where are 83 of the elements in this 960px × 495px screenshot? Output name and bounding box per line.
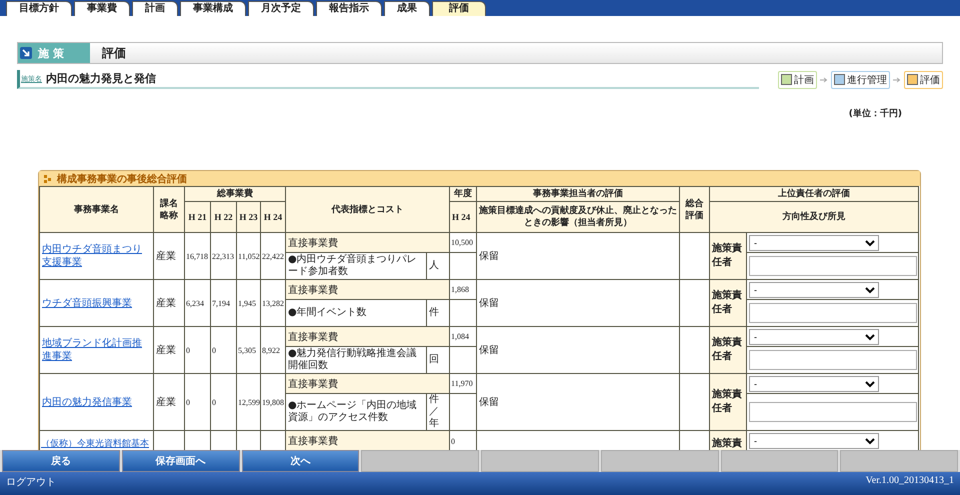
table-cell: 1,868 bbox=[450, 280, 476, 300]
select-field[interactable]: - bbox=[749, 282, 879, 298]
policy-name: 内田の魅力発見と発信 bbox=[46, 71, 156, 86]
table-cell: 保留 bbox=[476, 326, 680, 374]
tab[interactable]: 事業費 bbox=[74, 1, 130, 16]
table-cell: 0 bbox=[210, 326, 236, 374]
table-cell: 施策責 bbox=[710, 430, 746, 450]
column-header: 方向性及び所見 bbox=[710, 202, 918, 232]
textarea-field[interactable] bbox=[749, 303, 917, 323]
column-header: 事務事業名 bbox=[40, 186, 154, 232]
table-cell: 7,194 bbox=[210, 280, 236, 326]
textarea-field[interactable] bbox=[749, 256, 917, 276]
textarea-field[interactable] bbox=[749, 350, 917, 370]
unit-note: (単位：千円) bbox=[848, 107, 902, 120]
table-cell: 11,970 bbox=[450, 374, 476, 394]
textarea-field[interactable] bbox=[749, 402, 917, 422]
select-field[interactable]: - bbox=[749, 376, 879, 392]
version-text: Ver.1.00_20130413_1 bbox=[866, 475, 954, 486]
column-header: 施策目標達成への貢献度及び休止、廃止となったときの影響（担当者所見） bbox=[476, 202, 680, 232]
arrow-icon bbox=[893, 76, 901, 82]
toolbar-button[interactable]: 保存画面へ bbox=[122, 450, 240, 472]
table-cell: 産業 bbox=[154, 280, 184, 326]
table-cell: 産業 bbox=[154, 326, 184, 374]
select-field[interactable]: - bbox=[749, 234, 879, 250]
select-field[interactable]: - bbox=[749, 328, 879, 344]
arrow-icon bbox=[820, 76, 828, 82]
table-cell: 保留 bbox=[476, 232, 680, 280]
table-cell: 直接事業費 bbox=[286, 280, 450, 300]
tab[interactable]: 月次予定 bbox=[248, 1, 314, 16]
table-cell: 保留 bbox=[476, 280, 680, 326]
column-header: H 21 bbox=[184, 202, 210, 232]
column-header: 総事業費 bbox=[184, 186, 286, 202]
column-header: 代表指標とコスト bbox=[286, 186, 450, 232]
table-cell: 施策責任者 bbox=[710, 232, 746, 280]
table-cell: 施策責任者 bbox=[710, 326, 746, 374]
table-cell: 産業 bbox=[154, 232, 184, 280]
table-cell: 0 bbox=[210, 374, 236, 430]
table-cell: 直接事業費 bbox=[286, 232, 450, 252]
table-cell: 直接事業費 bbox=[286, 374, 450, 394]
arrow-icon bbox=[20, 47, 32, 59]
table-cell: 12,599 bbox=[236, 374, 260, 430]
table-cell: 産業 bbox=[154, 374, 184, 430]
table-cell: 0 bbox=[184, 326, 210, 374]
table-cell: 11,052 bbox=[236, 232, 260, 280]
table-cell: 16,718 bbox=[184, 232, 210, 280]
bullet-icon bbox=[44, 174, 52, 182]
column-header: H 23 bbox=[236, 202, 260, 232]
tab[interactable]: 計画 bbox=[132, 1, 178, 16]
select-field[interactable]: - bbox=[749, 433, 879, 449]
column-header: 事務事業担当者の評価 bbox=[476, 186, 680, 202]
table-cell: 6,234 bbox=[184, 280, 210, 326]
table-cell: 施策責任者 bbox=[710, 280, 746, 326]
column-header: H 24 bbox=[260, 202, 286, 232]
table-cell: 10,500 bbox=[450, 232, 476, 252]
logout-link[interactable]: ログアウト bbox=[6, 475, 56, 489]
toolbar-button[interactable]: 次へ bbox=[242, 450, 360, 472]
table-cell: 1,945 bbox=[236, 280, 260, 326]
table-cell: 直接事業費 bbox=[286, 430, 450, 450]
column-header: 上位責任者の評価 bbox=[710, 186, 918, 202]
table-cell: 施策責任者 bbox=[710, 374, 746, 430]
column-header: H 22 bbox=[210, 202, 236, 232]
table-cell: 1,084 bbox=[450, 326, 476, 346]
legend-label: 進行管理 bbox=[847, 74, 887, 86]
column-header: 総合評価 bbox=[680, 186, 710, 232]
table-cell: 22,313 bbox=[210, 232, 236, 280]
table-caption: 構成事務事業の事後総合評価 bbox=[57, 172, 187, 186]
column-header: 課名略称 bbox=[154, 186, 184, 232]
tab[interactable]: 成果 bbox=[384, 1, 430, 16]
tab[interactable]: 報告指示 bbox=[316, 1, 382, 16]
toolbar-button[interactable]: 戻る bbox=[2, 450, 120, 472]
table-cell: 0 bbox=[184, 374, 210, 430]
tab[interactable]: 事業構成 bbox=[180, 1, 246, 16]
table-cell: 5,305 bbox=[236, 326, 260, 374]
category-text: 施 策 bbox=[38, 46, 64, 60]
page-title: 評価 bbox=[102, 44, 126, 62]
table-cell: 保留 bbox=[476, 374, 680, 430]
legend-label: 計画 bbox=[794, 74, 814, 86]
legend-label: 評価 bbox=[920, 74, 940, 86]
table-cell: 直接事業費 bbox=[286, 326, 450, 346]
column-header: H 24 bbox=[450, 202, 476, 232]
tab[interactable]: 目標方針 bbox=[6, 1, 72, 16]
column-header: 年度 bbox=[450, 186, 476, 202]
tab[interactable]: 評価 bbox=[432, 1, 486, 16]
